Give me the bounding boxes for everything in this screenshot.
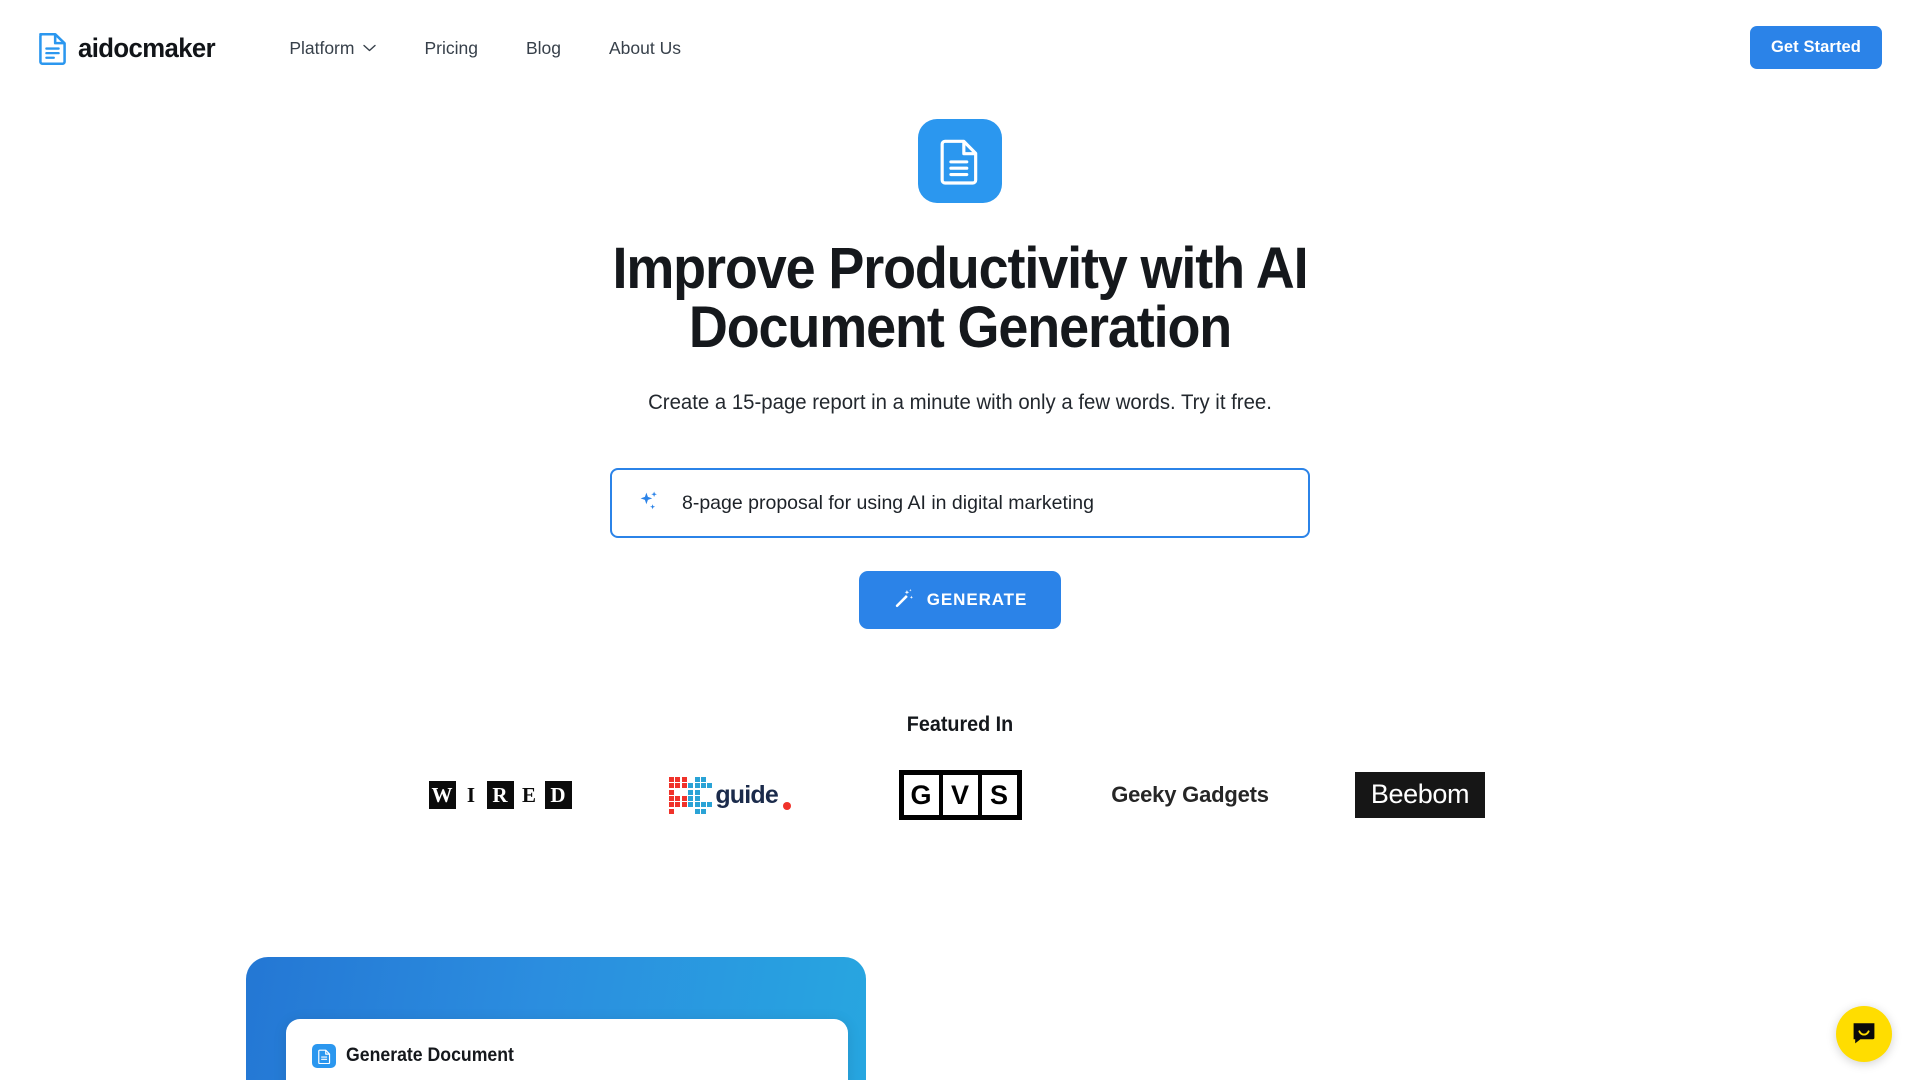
hero-document-icon [918, 119, 1002, 203]
nav-item-label: Platform [289, 37, 355, 58]
gvs-letter: V [942, 775, 978, 816]
logo-wired: W I R E D [385, 764, 615, 826]
logo-pcguide: guide [615, 764, 845, 826]
preview-card-title: Generate Document [346, 1045, 514, 1066]
nav-item-platform[interactable]: Platform [265, 28, 400, 69]
chevron-down-icon [363, 44, 377, 52]
pcguide-word: guide [715, 780, 778, 809]
main-nav: Platform Pricing Blog About Us [265, 28, 705, 69]
prompt-area [610, 468, 1310, 539]
magic-wand-icon [893, 587, 914, 613]
pcguide-mark-icon [668, 776, 713, 814]
preview-card: Generate Document Create a report, sales… [246, 957, 866, 1080]
featured-in-title: Featured In [906, 713, 1014, 737]
sparkle-icon [638, 490, 660, 517]
document-icon [312, 1044, 336, 1068]
wired-letter: W [428, 781, 456, 810]
beebom-text: Beebom [1354, 772, 1486, 819]
nav-item-about-us[interactable]: About Us [585, 28, 705, 69]
hero-subtitle: Create a 15-page report in a minute with… [648, 391, 1272, 415]
prompt-box[interactable] [610, 468, 1310, 539]
chat-bubble-icon [1851, 1020, 1877, 1049]
logo-beebom: Beebom [1305, 764, 1535, 826]
featured-in-section: Featured In W I R E D guide G V S Geeky … [0, 713, 1920, 826]
logo-gvs: G V S [845, 764, 1075, 826]
prompt-input[interactable] [682, 491, 1282, 515]
get-started-button[interactable]: Get Started [1749, 26, 1882, 69]
nav-item-label: About Us [609, 37, 681, 58]
wired-letter: E [515, 781, 543, 810]
wired-letter: D [544, 781, 572, 810]
page-title: Improve Productivity with AI Document Ge… [612, 236, 1308, 361]
document-icon [38, 31, 67, 65]
nav-item-label: Pricing [424, 37, 478, 58]
generate-area: GENERATE [0, 571, 1920, 630]
generate-button[interactable]: GENERATE [858, 571, 1062, 630]
site-header: aidocmaker Platform Pricing Blog About U… [0, 0, 1920, 96]
pcguide-dot-icon [783, 801, 791, 810]
generate-button-label: GENERATE [926, 590, 1028, 610]
wired-letter: R [486, 781, 514, 810]
hero-section: Improve Productivity with AI Document Ge… [0, 96, 1920, 630]
brand-name: aidocmaker [78, 32, 216, 63]
logo-geeky-gadgets: Geeky Gadgets [1075, 764, 1305, 826]
chat-launcher-button[interactable] [1836, 1006, 1892, 1062]
gvs-letter: G [903, 775, 939, 816]
nav-item-pricing[interactable]: Pricing [400, 28, 502, 69]
nav-item-blog[interactable]: Blog [502, 28, 585, 69]
featured-logo-row: W I R E D guide G V S Geeky Gadgets Beeb… [0, 764, 1920, 826]
brand-logo[interactable]: aidocmaker [38, 31, 219, 65]
gvs-letter: S [981, 775, 1017, 816]
nav-item-label: Blog [525, 37, 561, 58]
wired-letter: I [457, 781, 485, 810]
geeky-gadgets-text: Geeky Gadgets [1111, 782, 1269, 808]
preview-card-inner: Generate Document Create a report, sales… [286, 1019, 848, 1080]
